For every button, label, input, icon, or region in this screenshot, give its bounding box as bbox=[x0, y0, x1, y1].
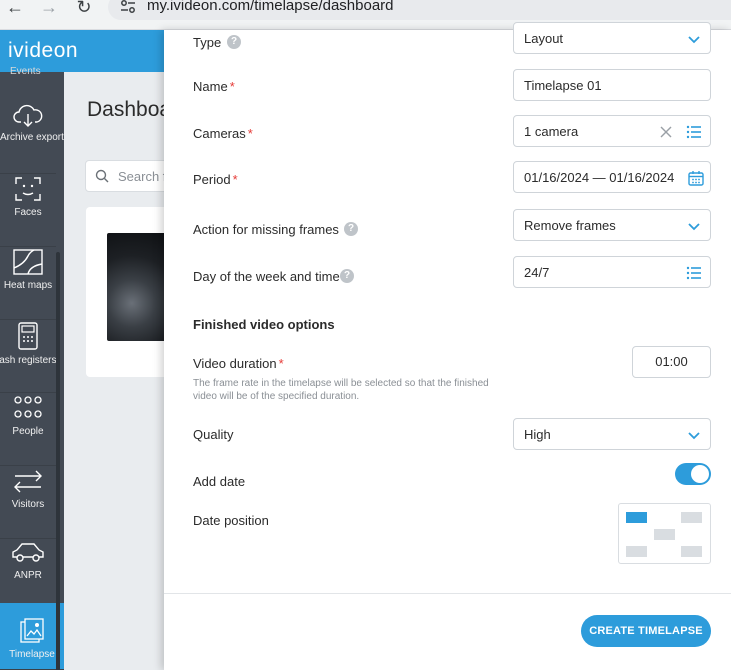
cameras-value: 1 camera bbox=[524, 124, 579, 139]
sidebar-item-label: Cash registers bbox=[0, 355, 57, 366]
arrow-left-icon[interactable]: ← bbox=[6, 0, 24, 22]
cloud-download-icon bbox=[13, 104, 43, 127]
missing-frames-label: Action for missing frames bbox=[193, 222, 339, 237]
help-icon[interactable]: ? bbox=[340, 269, 354, 283]
list-icon[interactable] bbox=[686, 265, 702, 281]
clear-icon[interactable] bbox=[660, 126, 672, 138]
name-input[interactable]: Timelapse 01 bbox=[513, 69, 711, 101]
create-timelapse-button[interactable]: CREATE TIMELAPSE bbox=[581, 615, 711, 647]
sidebar-item-visitors[interactable]: Visitors bbox=[0, 467, 56, 539]
type-select[interactable]: Layout bbox=[513, 22, 711, 54]
help-icon[interactable]: ? bbox=[344, 222, 358, 236]
sidebar-item-label: Visitors bbox=[11, 499, 45, 510]
duration-label: Video duration * bbox=[193, 356, 284, 371]
url-text[interactable]: my.ivideon.com/timelapse/dashboard bbox=[147, 0, 394, 14]
arrow-right-icon[interactable]: → bbox=[40, 0, 58, 22]
list-icon[interactable] bbox=[686, 124, 702, 140]
camera-thumbnail[interactable] bbox=[107, 233, 169, 341]
duration-input[interactable]: 01:00 bbox=[632, 346, 711, 378]
footer-divider bbox=[164, 593, 731, 594]
sidebar-item-label: Archive export bbox=[0, 132, 64, 143]
add-date-toggle[interactable] bbox=[675, 463, 711, 485]
chevron-down-icon bbox=[688, 223, 700, 231]
arrows-icon bbox=[14, 470, 42, 493]
position-bottom-left[interactable] bbox=[626, 546, 647, 557]
required-mark: * bbox=[278, 356, 284, 371]
section-title: Finished video options bbox=[193, 317, 335, 332]
position-top-right[interactable] bbox=[681, 512, 702, 523]
duration-hint: The frame rate in the timelapse will be … bbox=[193, 378, 489, 402]
sidebar-item-label: ANPR bbox=[14, 570, 42, 581]
type-value: Layout bbox=[524, 31, 564, 46]
add-date-label: Add date bbox=[193, 474, 246, 489]
car-icon bbox=[12, 543, 44, 562]
cameras-label: Cameras * bbox=[193, 126, 253, 141]
schedule-select[interactable]: 24/7 bbox=[513, 256, 711, 288]
sidebar-item-anpr[interactable]: ANPR bbox=[0, 540, 56, 612]
sidebar-item-events-label[interactable]: Events bbox=[10, 66, 41, 77]
sidebar-item-label: Faces bbox=[14, 207, 42, 218]
name-label-text: Name bbox=[193, 79, 228, 94]
quality-label: Quality bbox=[193, 427, 234, 442]
sidebar: Events Archive export Faces Heat maps as… bbox=[0, 66, 64, 670]
sidebar-scrollbar[interactable] bbox=[56, 252, 60, 670]
required-mark: * bbox=[247, 126, 253, 141]
calendar-icon[interactable] bbox=[688, 170, 704, 186]
required-mark: * bbox=[232, 172, 238, 187]
missing-frames-select[interactable]: Remove frames bbox=[513, 209, 711, 241]
chevron-down-icon bbox=[688, 432, 700, 440]
required-mark: * bbox=[229, 79, 235, 94]
missing-frames-value: Remove frames bbox=[524, 218, 616, 233]
sidebar-item-people[interactable]: People bbox=[0, 394, 56, 466]
toggle-knob bbox=[691, 465, 709, 483]
sidebar-item-archive-export[interactable]: Archive export bbox=[0, 102, 64, 174]
search-placeholder: Search f bbox=[118, 169, 167, 184]
sidebar-item-faces[interactable]: Faces bbox=[0, 175, 56, 247]
name-label: Name * bbox=[193, 79, 235, 94]
chevron-down-icon bbox=[688, 36, 700, 44]
sidebar-item-label: People bbox=[12, 426, 44, 437]
sidebar-item-label: Heat maps bbox=[3, 280, 53, 291]
search-icon bbox=[95, 169, 109, 183]
brand-logo[interactable]: ivideon bbox=[8, 39, 78, 63]
quality-select[interactable]: High bbox=[513, 418, 711, 450]
heat-map-icon bbox=[13, 249, 43, 275]
date-position-label: Date position bbox=[193, 513, 269, 528]
site-settings-icon[interactable] bbox=[120, 0, 136, 14]
position-bottom-right[interactable] bbox=[681, 546, 702, 557]
position-center[interactable] bbox=[654, 529, 675, 540]
reload-icon[interactable]: ↻ bbox=[75, 0, 93, 22]
sidebar-item-cash-registers[interactable]: Cash registers bbox=[0, 321, 56, 393]
timelapse-icon bbox=[20, 618, 44, 643]
sidebar-item-timelapse[interactable]: Timelapse bbox=[0, 603, 64, 670]
position-top-left[interactable] bbox=[626, 512, 647, 523]
face-frame-icon bbox=[15, 177, 41, 201]
period-picker[interactable]: 01/16/2024 — 01/16/2024 bbox=[513, 161, 711, 193]
cameras-label-text: Cameras bbox=[193, 126, 246, 141]
period-value: 01/16/2024 — 01/16/2024 bbox=[524, 170, 675, 185]
help-icon[interactable]: ? bbox=[227, 35, 241, 49]
name-value: Timelapse 01 bbox=[524, 78, 602, 93]
type-label: Type bbox=[193, 35, 222, 50]
period-label-text: Period bbox=[193, 172, 231, 187]
sidebar-item-heat-maps[interactable]: Heat maps bbox=[0, 248, 56, 320]
period-label: Period * bbox=[193, 172, 238, 187]
cash-register-icon bbox=[18, 322, 38, 350]
page-title: Dashboa bbox=[87, 98, 172, 121]
date-position-picker bbox=[618, 503, 711, 564]
duration-label-text: Video duration bbox=[193, 356, 277, 371]
sidebar-item-label: Timelapse bbox=[9, 649, 55, 660]
people-icon bbox=[14, 396, 42, 418]
cameras-select[interactable]: 1 camera bbox=[513, 115, 711, 147]
quality-value: High bbox=[524, 427, 551, 442]
schedule-value: 24/7 bbox=[524, 265, 550, 280]
schedule-label: Day of the week and time bbox=[193, 269, 340, 284]
